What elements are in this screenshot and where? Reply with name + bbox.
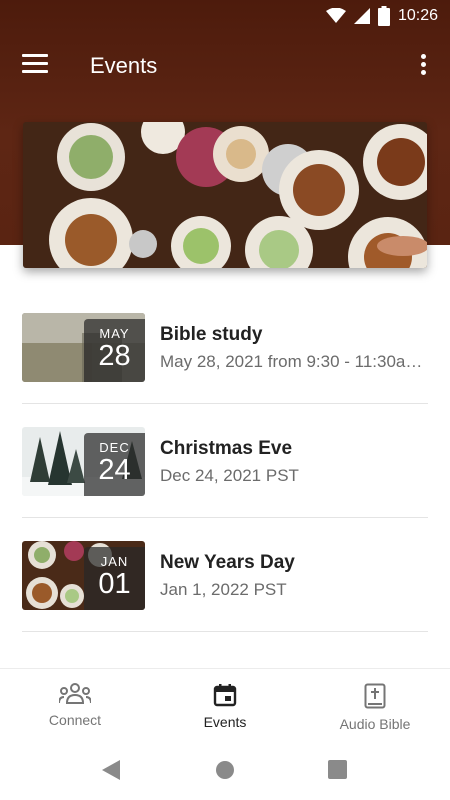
list-item[interactable]: DEC 24 Christmas Eve Dec 24, 2021 PST [22,404,428,518]
date-badge: MAY 28 [84,319,145,382]
nav-label: Audio Bible [339,716,411,732]
event-title: Bible study [160,324,263,345]
recents-icon[interactable] [328,760,347,784]
app-bar: Events [0,38,450,94]
calendar-icon [213,684,237,711]
menu-icon[interactable] [22,54,48,76]
list-item[interactable]: JAN 01 New Years Day Jan 1, 2022 PST [22,518,428,632]
event-title: Christmas Eve [160,438,293,459]
event-date-text: Jan 1, 2022 PST [160,580,287,599]
date-badge: DEC 24 [84,433,145,496]
nav-events[interactable]: Events [150,669,300,740]
event-thumbnail: DEC 24 [22,427,145,496]
more-options-icon[interactable] [418,54,428,78]
nav-audio-bible[interactable]: Audio Bible [300,669,450,740]
battery-icon [377,6,390,26]
nav-label: Events [203,714,247,730]
page-title: Events [90,53,158,78]
people-icon [58,683,92,709]
wifi-icon [325,8,346,24]
clock: 10:26 [397,7,438,24]
list-item[interactable]: MAY 28 Bible study May 28, 2021 from 9:3… [22,290,428,404]
nav-connect[interactable]: Connect [0,669,150,740]
nav-label: Connect [48,712,102,728]
event-date-text: May 28, 2021 from 9:30 - 11:30am PST [160,352,428,371]
bottom-navigation: Connect Events Audio Bible [0,668,450,740]
signal-icon [353,8,370,24]
event-thumbnail: JAN 01 [22,541,145,610]
status-bar: 10:26 [0,0,450,32]
hero-image [23,122,427,268]
back-icon[interactable] [102,760,120,785]
event-date-text: Dec 24, 2021 PST [160,466,299,485]
date-badge: JAN 01 [84,547,145,610]
home-icon[interactable] [215,760,235,785]
bible-icon [364,683,386,713]
event-thumbnail: MAY 28 [22,313,145,382]
event-title: New Years Day [160,552,295,573]
system-navigation-bar [0,740,450,800]
event-list: MAY 28 Bible study May 28, 2021 from 9:3… [0,290,450,632]
